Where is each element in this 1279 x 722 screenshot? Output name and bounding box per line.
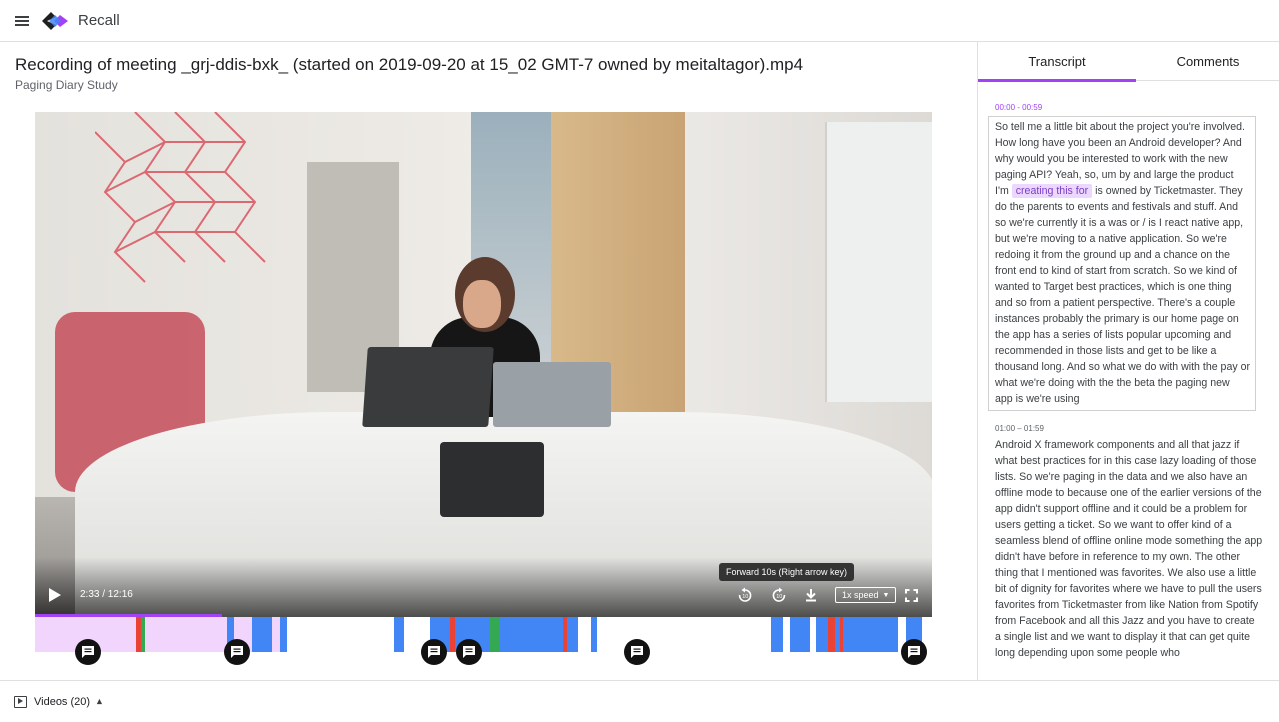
rewind-10-icon[interactable]: 10: [736, 586, 754, 604]
playback-time: 2:33 / 12:16: [80, 589, 133, 600]
timeline-segment[interactable]: [591, 617, 597, 652]
transcript-list[interactable]: 00:00 - 00:59 So tell me a little bit ab…: [978, 82, 1279, 680]
top-app-bar: Recall: [0, 0, 1279, 42]
timeline-segment[interactable]: [280, 617, 287, 652]
video-library-icon: [14, 695, 27, 708]
timeline-segment[interactable]: [500, 617, 563, 652]
timeline-segment[interactable]: [790, 617, 810, 652]
transcript-highlight[interactable]: creating this for: [1011, 184, 1093, 198]
transcript-timestamp[interactable]: 01:00 – 01:59: [995, 424, 1263, 433]
chevron-up-icon[interactable]: ▼: [95, 697, 104, 707]
fullscreen-icon[interactable]: [902, 586, 920, 604]
timeline-segment[interactable]: [843, 617, 898, 652]
app-name: Recall: [78, 12, 120, 29]
timeline-segment[interactable]: [567, 617, 578, 652]
speed-label: 1x speed: [842, 590, 879, 600]
svg-text:10: 10: [776, 594, 782, 600]
wall-lattice: [95, 112, 266, 283]
playback-speed-select[interactable]: 1x speed ▼: [835, 587, 897, 603]
comment-marker-icon[interactable]: [456, 639, 482, 665]
forward-tooltip: Forward 10s (Right arrow key): [719, 563, 855, 581]
side-panel: Transcript Comments 00:00 - 00:59 So tel…: [977, 42, 1279, 680]
transcript-block[interactable]: 01:00 – 01:59 Android X framework compon…: [995, 424, 1263, 661]
bottom-bar: Videos (20) ▼: [0, 680, 1279, 722]
svg-text:10: 10: [742, 594, 748, 600]
comment-marker-icon[interactable]: [224, 639, 250, 665]
timeline-segment[interactable]: [771, 617, 783, 652]
recall-logo-icon: [42, 11, 68, 30]
transcript-text[interactable]: So tell me a little bit about the projec…: [988, 116, 1256, 411]
study-name: Paging Diary Study: [15, 78, 118, 92]
transcript-block[interactable]: 00:00 - 00:59 So tell me a little bit ab…: [988, 103, 1263, 411]
timeline-segment[interactable]: [141, 617, 145, 652]
menu-icon[interactable]: [15, 15, 29, 26]
comment-marker-icon[interactable]: [624, 639, 650, 665]
play-icon[interactable]: [49, 588, 61, 602]
comment-marker-icon[interactable]: [421, 639, 447, 665]
comment-marker-icon[interactable]: [75, 639, 101, 665]
transcript-timestamp[interactable]: 00:00 - 00:59: [995, 103, 1263, 112]
transcript-text-part: is owned by Ticketmaster. They do the pa…: [995, 185, 1250, 405]
side-panel-tabs: Transcript Comments: [978, 42, 1279, 82]
video-player[interactable]: 2:33 / 12:16 10 10 1x speed ▼ Forward 10…: [35, 112, 932, 617]
timeline-segment[interactable]: [828, 617, 835, 652]
timeline-segment[interactable]: [490, 617, 500, 652]
tab-transcript[interactable]: Transcript: [978, 42, 1136, 82]
main-content: Recording of meeting _grj-ddis-bxk_ (sta…: [0, 42, 977, 680]
comment-marker-icon[interactable]: [901, 639, 927, 665]
timeline-segment[interactable]: [252, 617, 272, 652]
timeline-segment[interactable]: [816, 617, 828, 652]
annotation-timeline[interactable]: [35, 614, 932, 652]
forward-10-icon[interactable]: 10: [770, 586, 788, 604]
transcript-text[interactable]: Android X framework components and all t…: [995, 437, 1263, 661]
tab-comments[interactable]: Comments: [1136, 42, 1279, 81]
dropdown-arrow-icon: ▼: [882, 591, 890, 599]
videos-toggle-label[interactable]: Videos (20): [34, 696, 90, 708]
download-icon[interactable]: [802, 586, 820, 604]
timeline-segment[interactable]: [394, 617, 404, 652]
recording-title: Recording of meeting _grj-ddis-bxk_ (sta…: [15, 55, 804, 74]
